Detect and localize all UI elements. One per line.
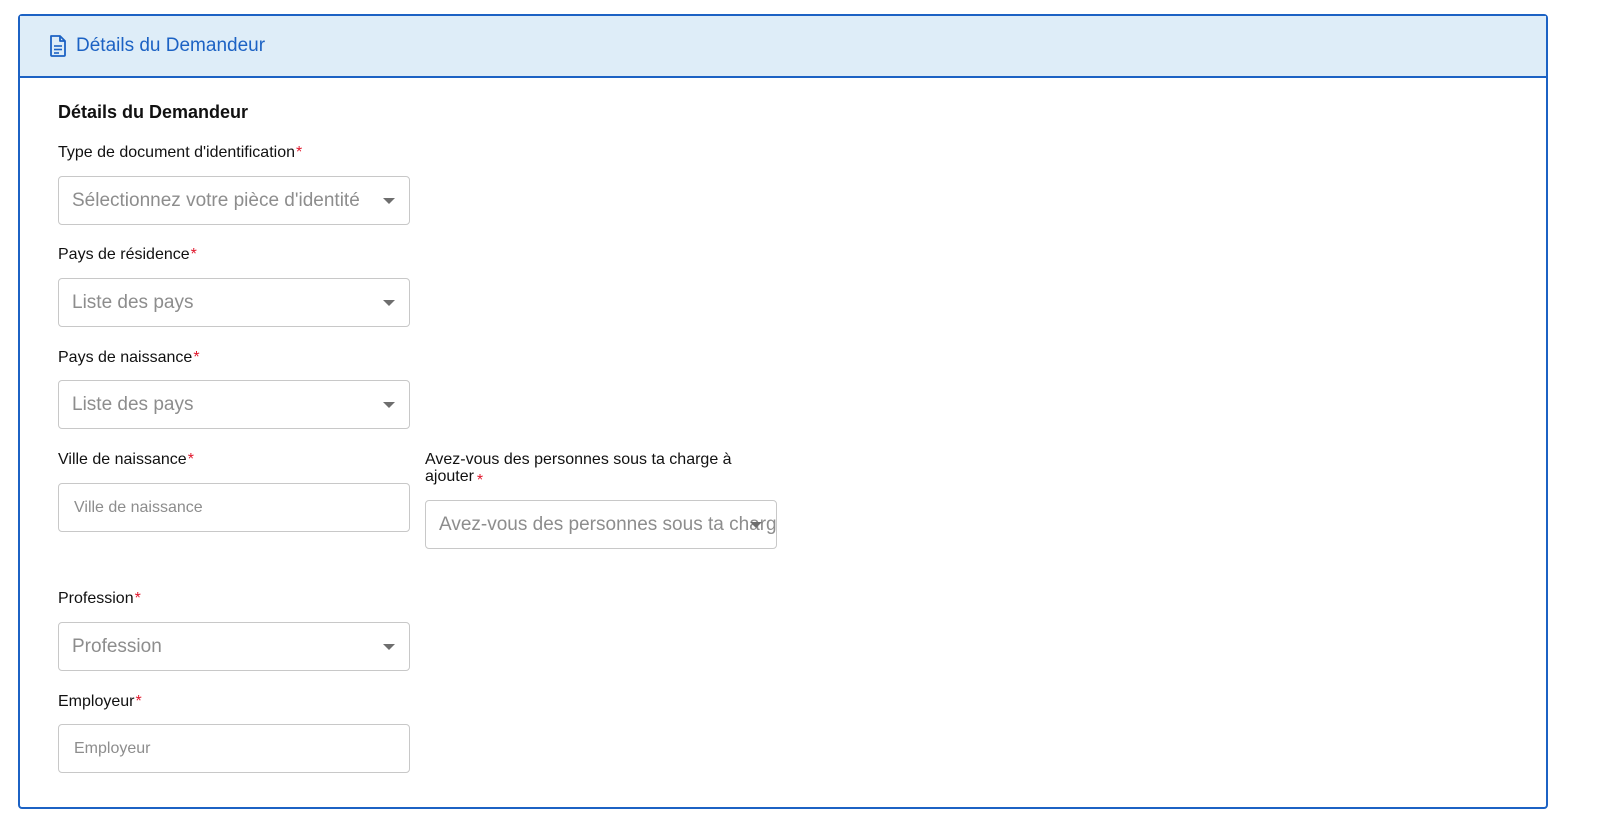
chevron-down-icon — [383, 644, 395, 650]
document-icon — [48, 35, 68, 57]
chevron-down-icon — [383, 402, 395, 408]
panel-header[interactable]: Détails du Demandeur — [20, 16, 1546, 78]
employer-placeholder: Employeur — [74, 739, 151, 757]
profession-label-text: Profession — [58, 590, 134, 607]
required-marker: * — [193, 349, 200, 366]
required-marker: * — [134, 590, 141, 607]
employer-label: Employeur* — [58, 693, 142, 711]
profession-label: Profession* — [58, 590, 141, 608]
birth-country-placeholder: Liste des pays — [72, 393, 194, 415]
residence-country-label: Pays de résidence* — [58, 246, 197, 264]
employer-label-text: Employeur — [58, 693, 135, 710]
panel-header-title: Détails du Demandeur — [76, 35, 266, 56]
dependents-placeholder: Avez-vous des personnes sous ta charge à… — [439, 513, 776, 535]
required-marker: * — [135, 693, 142, 710]
birth-city-placeholder: Ville de naissance — [74, 498, 203, 516]
required-marker: * — [190, 246, 197, 263]
dependents-label: Avez-vous des personnes sous ta charge à… — [425, 451, 770, 489]
residence-country-placeholder: Liste des pays — [72, 291, 194, 313]
id-type-label-text: Type de document d'identification — [58, 144, 295, 161]
required-marker: * — [295, 144, 303, 161]
birth-city-input[interactable]: Ville de naissance — [58, 483, 410, 532]
required-marker: * — [187, 451, 194, 468]
employer-input[interactable]: Employeur — [58, 724, 410, 773]
dependents-label-text: Avez-vous des personnes sous ta charge à… — [425, 451, 732, 485]
profession-placeholder: Profession — [72, 635, 162, 657]
chevron-down-icon — [383, 198, 395, 204]
birth-city-label-text: Ville de naissance — [58, 451, 187, 468]
id-type-label: Type de document d'identification* — [58, 144, 302, 162]
id-type-select[interactable]: Sélectionnez votre pièce d'identité — [58, 176, 410, 225]
chevron-down-icon — [750, 522, 762, 528]
birth-country-label-text: Pays de naissance — [58, 349, 193, 366]
chevron-down-icon — [383, 300, 395, 306]
section-title: Détails du Demandeur — [58, 102, 249, 122]
birth-country-select[interactable]: Liste des pays — [58, 380, 410, 429]
residence-country-select[interactable]: Liste des pays — [58, 278, 410, 327]
residence-country-label-text: Pays de résidence — [58, 246, 190, 263]
required-marker: * — [476, 472, 484, 489]
applicant-details-panel: Détails du Demandeur Détails du Demandeu… — [18, 14, 1548, 809]
dependents-select[interactable]: Avez-vous des personnes sous ta charge à… — [425, 500, 777, 549]
birth-city-label: Ville de naissance* — [58, 451, 194, 469]
birth-country-label: Pays de naissance* — [58, 349, 200, 367]
id-type-placeholder: Sélectionnez votre pièce d'identité — [72, 189, 360, 211]
profession-select[interactable]: Profession — [58, 622, 410, 671]
